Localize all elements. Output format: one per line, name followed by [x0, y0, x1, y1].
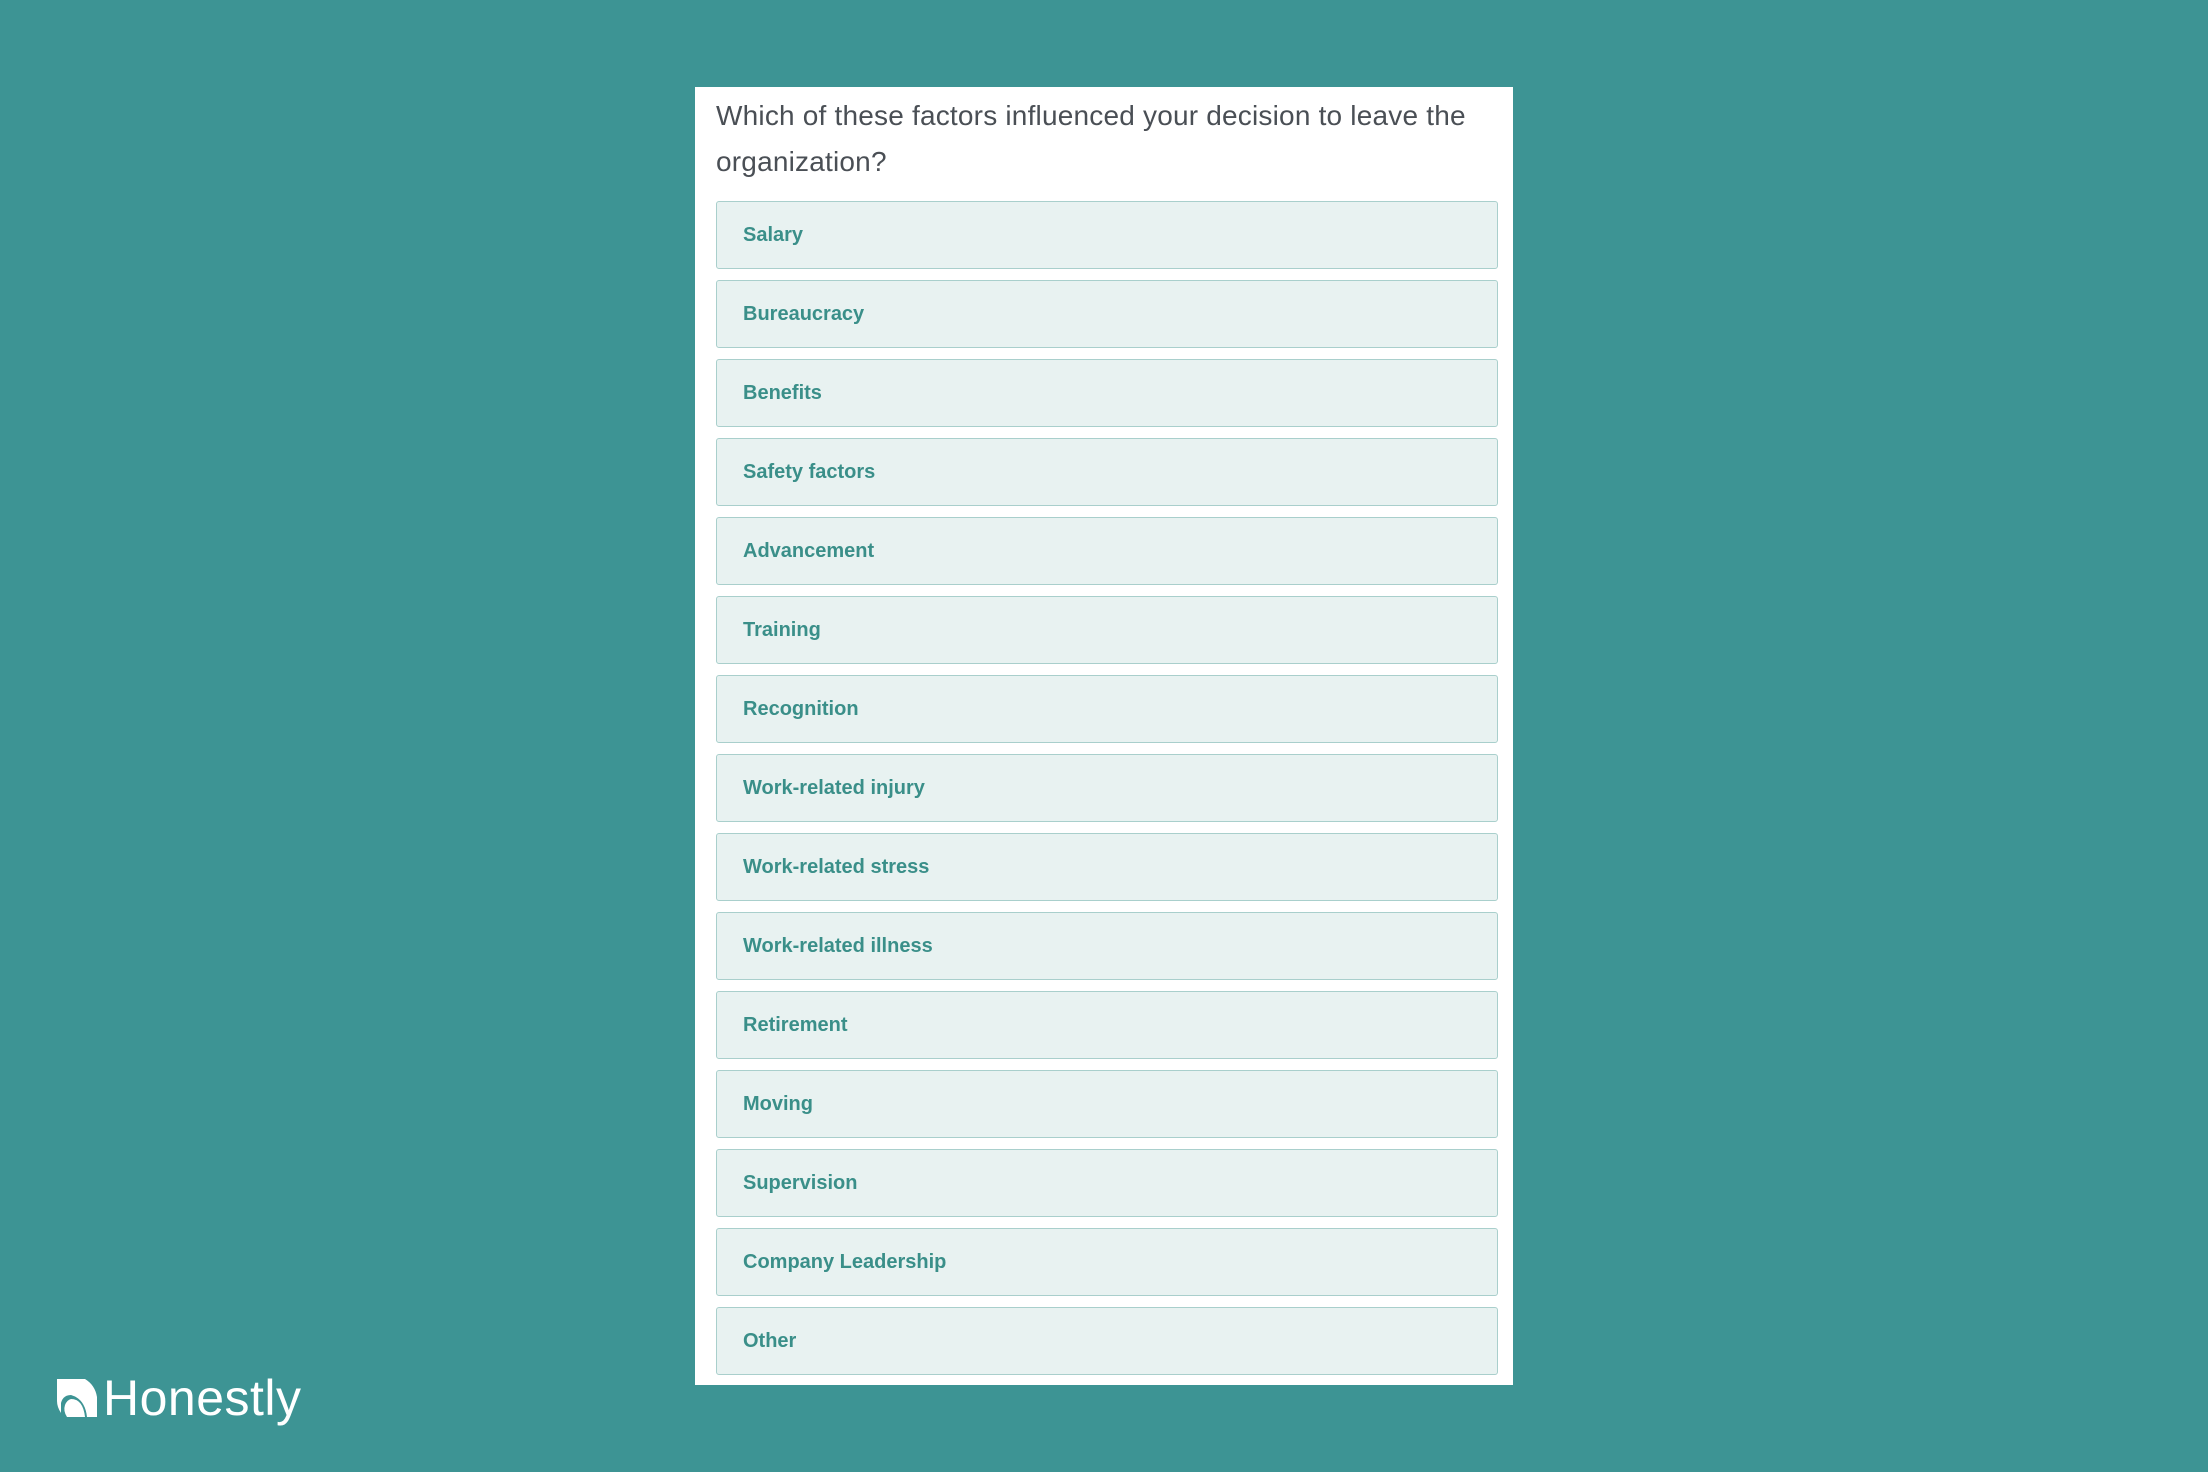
- option-work-related-stress[interactable]: Work-related stress: [716, 833, 1498, 901]
- option-label: Bureaucracy: [743, 302, 865, 325]
- option-training[interactable]: Training: [716, 596, 1498, 664]
- option-label: Benefits: [743, 381, 822, 404]
- option-work-related-injury[interactable]: Work-related injury: [716, 754, 1498, 822]
- option-label: Work-related illness: [743, 934, 933, 957]
- option-moving[interactable]: Moving: [716, 1070, 1498, 1138]
- option-recognition[interactable]: Recognition: [716, 675, 1498, 743]
- option-bureaucracy[interactable]: Bureaucracy: [716, 280, 1498, 348]
- option-label: Work-related injury: [743, 776, 925, 799]
- option-other[interactable]: Other: [716, 1307, 1498, 1375]
- option-retirement[interactable]: Retirement: [716, 991, 1498, 1059]
- option-advancement[interactable]: Advancement: [716, 517, 1498, 585]
- option-work-related-illness[interactable]: Work-related illness: [716, 912, 1498, 980]
- option-salary[interactable]: Salary: [716, 201, 1498, 269]
- honestly-logo-mark-icon: [57, 1379, 97, 1417]
- option-label: Advancement: [743, 539, 875, 562]
- question-text: Which of these factors influenced your d…: [716, 100, 1466, 177]
- option-label: Salary: [743, 223, 804, 246]
- option-company-leadership[interactable]: Company Leadership: [716, 1228, 1498, 1296]
- option-benefits[interactable]: Benefits: [716, 359, 1498, 427]
- option-label: Training: [743, 618, 821, 641]
- option-label: Safety factors: [743, 460, 876, 483]
- option-label: Moving: [743, 1092, 813, 1115]
- option-label: Work-related stress: [743, 855, 930, 878]
- option-label: Company Leadership: [743, 1250, 947, 1273]
- option-label: Recognition: [743, 697, 859, 720]
- options-list: Salary Bureaucracy Benefits Safety facto…: [716, 201, 1498, 1386]
- option-safety-factors[interactable]: Safety factors: [716, 438, 1498, 506]
- honestly-logo: Honestly: [55, 1370, 302, 1426]
- brand-name: Honestly: [103, 1370, 302, 1426]
- option-label: Other: [743, 1329, 797, 1352]
- option-supervision[interactable]: Supervision: [716, 1149, 1498, 1217]
- option-label: Supervision: [743, 1171, 858, 1194]
- option-label: Retirement: [743, 1013, 848, 1036]
- survey-card: Which of these factors influenced your d…: [695, 87, 1513, 1385]
